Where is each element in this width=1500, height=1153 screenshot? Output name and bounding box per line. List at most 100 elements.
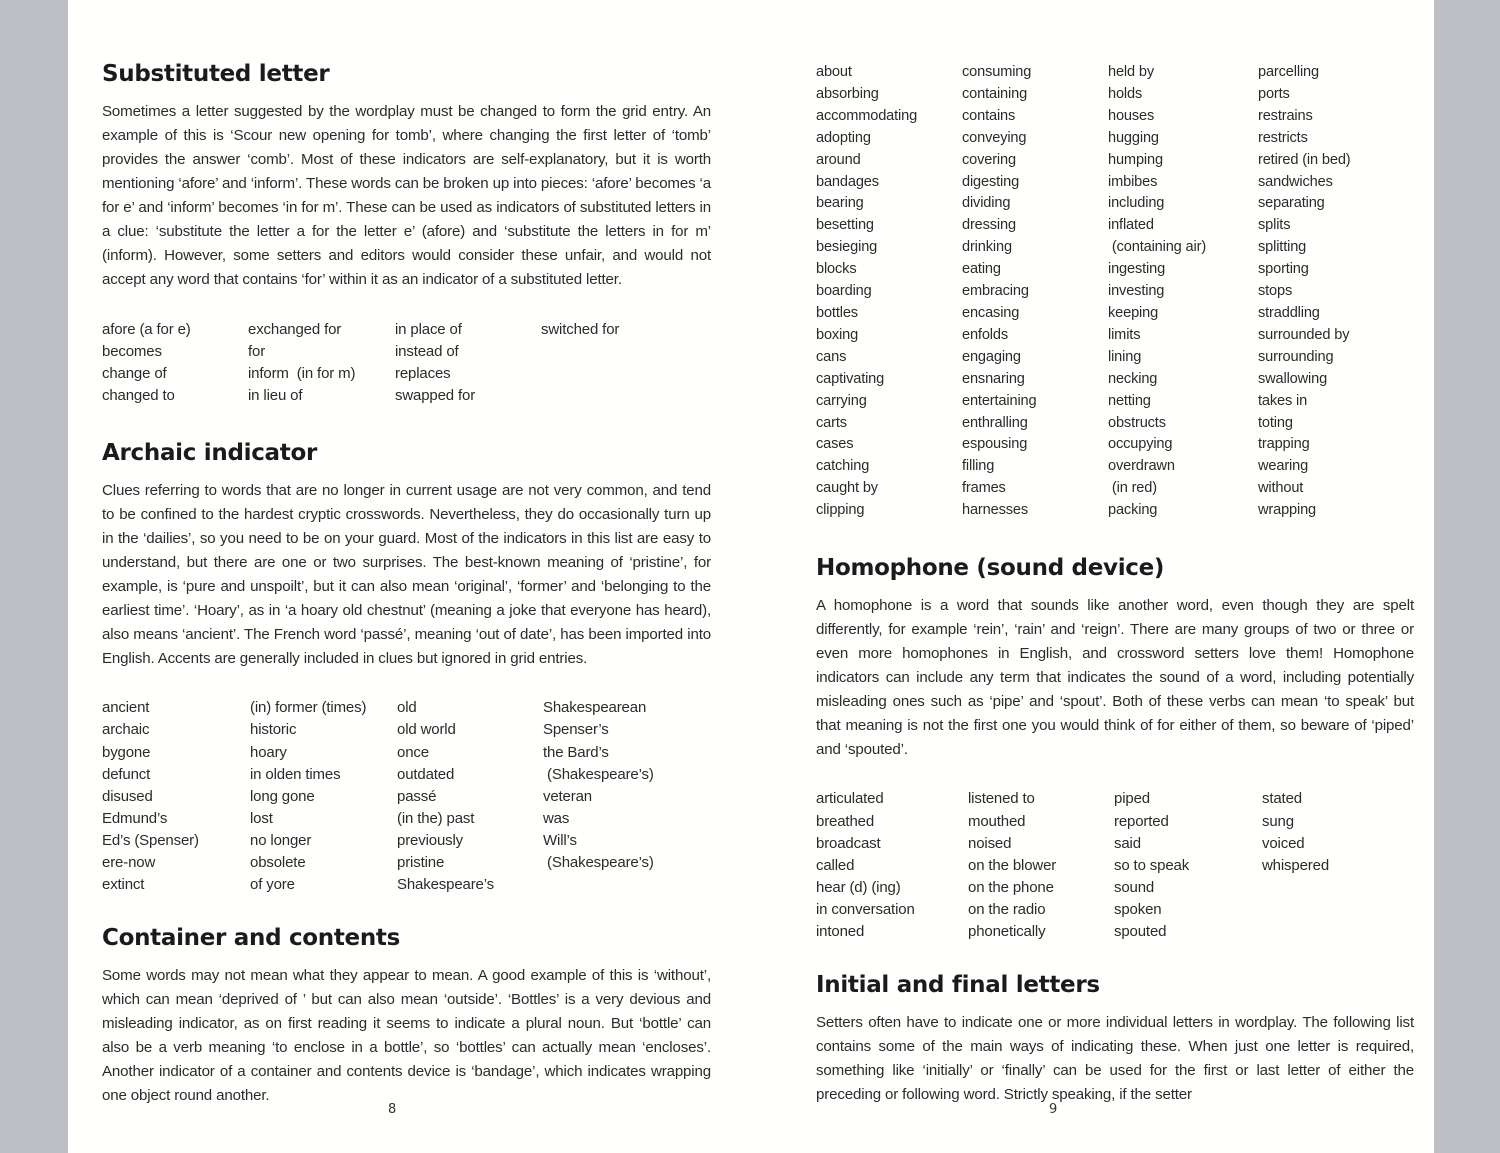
- list-item: enthralling: [962, 414, 1028, 431]
- list-item: bearing: [816, 195, 864, 212]
- list-item: inflated: [1108, 217, 1154, 234]
- list-item: held by: [1108, 64, 1155, 80]
- list-item: retired (in bed): [1258, 151, 1351, 168]
- section-title-initial-and-final-letters: Initial and final letters: [816, 972, 1100, 999]
- list-item: drinking: [962, 239, 1012, 256]
- list-item: besetting: [816, 217, 874, 234]
- list-item: covering: [962, 151, 1016, 168]
- list-item: enfolds: [962, 326, 1009, 343]
- wordlist-column: exchanged for for inform (in for m) in l…: [248, 319, 395, 407]
- list-item: sung: [1262, 812, 1294, 830]
- list-item: passé: [397, 787, 437, 805]
- list-item: clipping: [816, 502, 865, 519]
- list-item: long gone: [250, 787, 315, 805]
- wordlist-substituted-letter: afore (a for e) becomes change of change…: [102, 319, 711, 407]
- list-item: entertaining: [962, 392, 1037, 409]
- list-item: packing: [1108, 502, 1158, 519]
- list-item: ports: [1258, 85, 1290, 102]
- list-item: imbibes: [1108, 173, 1158, 190]
- right-page: about absorbing accommodating adopting a…: [751, 0, 1434, 1153]
- list-item: old: [397, 699, 417, 717]
- list-item: switched for: [541, 320, 620, 338]
- list-item: on the phone: [968, 878, 1054, 896]
- list-item: surrounded by: [1258, 326, 1350, 343]
- list-item: digesting: [962, 173, 1020, 190]
- list-item: (containing air): [1108, 239, 1207, 256]
- wordlist-column: parcelling ports restrains restricts ret…: [1258, 62, 1408, 522]
- list-item: in olden times: [250, 765, 341, 783]
- list-item: instead of: [395, 342, 459, 360]
- section-title-container-and-contents: Container and contents: [102, 925, 401, 952]
- list-item: ere-now: [102, 854, 156, 872]
- list-item: encasing: [962, 304, 1020, 321]
- list-item: replaces: [395, 364, 451, 382]
- section-homophone: Homophone (sound device) A homophone is …: [816, 555, 1414, 943]
- list-item: about: [816, 64, 852, 80]
- section-body-substituted-letter: Sometimes a letter suggested by the word…: [102, 102, 711, 289]
- list-item: Ed’s (Spenser): [102, 831, 199, 849]
- list-item: parcelling: [1258, 64, 1319, 80]
- list-item: sandwiches: [1258, 173, 1333, 190]
- list-item: extinct: [102, 876, 145, 894]
- list-item: swapped for: [395, 386, 476, 404]
- section-title-substituted-letter: Substituted letter: [102, 61, 330, 87]
- list-item: previously: [397, 831, 464, 849]
- list-item: holds: [1108, 85, 1143, 102]
- list-item: netting: [1108, 392, 1151, 409]
- list-item: so to speak: [1114, 856, 1190, 874]
- list-item: the Bard’s: [543, 743, 609, 761]
- list-item: piped: [1114, 790, 1150, 808]
- list-item: captivating: [816, 370, 885, 387]
- list-item: Spenser’s: [543, 721, 609, 739]
- wordlist-column: held by holds houses hugging humping imb…: [1108, 62, 1258, 522]
- list-item: Edmund’s: [102, 809, 168, 827]
- list-item: ingesting: [1108, 261, 1166, 278]
- wordlist-column: in place of instead of replaces swapped …: [395, 319, 541, 407]
- list-item: conveying: [962, 129, 1027, 146]
- list-item: splits: [1258, 217, 1291, 234]
- list-item: disused: [102, 787, 153, 805]
- list-item: eating: [962, 261, 1001, 278]
- list-item: phonetically: [968, 923, 1046, 940]
- list-item: obsolete: [250, 854, 306, 872]
- list-item: takes in: [1258, 392, 1308, 409]
- section-container-and-contents: Container and contents Some words may no…: [102, 925, 711, 1108]
- list-item: (in) former (times): [250, 699, 367, 717]
- list-item: reported: [1114, 812, 1169, 830]
- list-item: hoary: [250, 743, 287, 761]
- list-item: carrying: [816, 392, 867, 409]
- wordlist-column: consuming containing contains conveying …: [962, 62, 1108, 522]
- list-item: on the blower: [968, 856, 1057, 874]
- list-item: investing: [1108, 283, 1165, 300]
- section-body-homophone: A homophone is a word that sounds like a…: [816, 596, 1414, 759]
- list-item: cases: [816, 436, 854, 453]
- wordlist-homophone: articulated breathed broadcast called he…: [816, 788, 1414, 943]
- list-item: hear (d) (ing): [816, 878, 901, 896]
- left-page: Substituted letter Sometimes a letter su…: [68, 0, 751, 1153]
- list-item: pristine: [397, 854, 445, 872]
- list-item: Shakespearean: [543, 699, 647, 717]
- list-item: limits: [1108, 326, 1141, 343]
- list-item: becomes: [102, 342, 162, 360]
- list-item: veteran: [543, 787, 592, 805]
- list-item: filling: [962, 458, 995, 475]
- list-item: on the radio: [968, 900, 1046, 918]
- page-number-right: 9: [1049, 1102, 1058, 1117]
- wordlist-column: Shakespearean Spenser’s the Bard’s (Shak…: [543, 697, 683, 896]
- wordlist-column: (in) former (times) historic hoary in ol…: [250, 697, 397, 896]
- list-item: carts: [816, 414, 847, 431]
- list-item: consuming: [962, 64, 1032, 80]
- list-item: mouthed: [968, 812, 1026, 830]
- list-item: harnesses: [962, 502, 1028, 519]
- list-item: stops: [1258, 283, 1293, 300]
- list-item: straddling: [1258, 304, 1320, 321]
- list-item: spoken: [1114, 900, 1162, 918]
- list-item: restricts: [1258, 129, 1308, 146]
- wordlist-archaic-indicator: ancient archaic bygone defunct disused E…: [102, 697, 711, 896]
- wordlist-column: afore (a for e) becomes change of change…: [102, 319, 248, 407]
- list-item: defunct: [102, 765, 151, 783]
- list-item: contains: [962, 107, 1016, 124]
- list-item: accommodating: [816, 107, 918, 124]
- list-item: espousing: [962, 436, 1028, 453]
- list-item: (Shakespeare’s): [543, 854, 654, 872]
